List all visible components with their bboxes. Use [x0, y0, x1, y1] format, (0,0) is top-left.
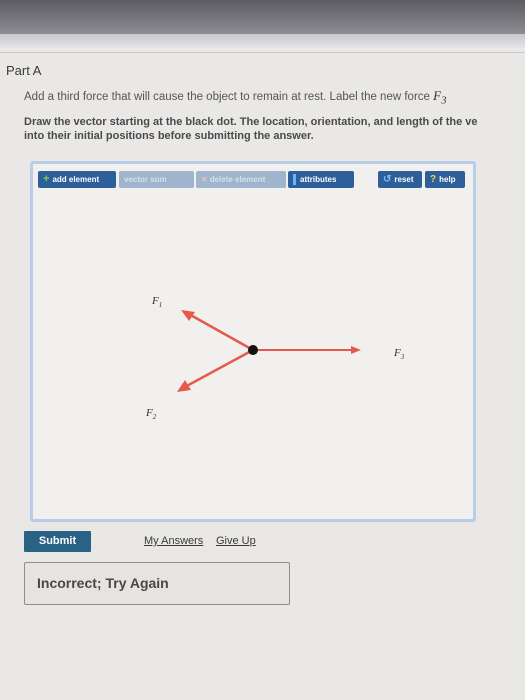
attributes-button[interactable]: attributes	[288, 171, 354, 188]
vector-f3-symbol: F3	[433, 88, 447, 107]
vector-sum-button[interactable]: vector sum	[119, 171, 194, 188]
plus-icon: +	[43, 173, 50, 185]
my-answers-link[interactable]: My Answers	[144, 535, 203, 547]
help-icon: ?	[430, 174, 437, 185]
help-button[interactable]: ? help	[425, 171, 465, 188]
feedback-box: Incorrect; Try Again	[24, 562, 290, 605]
instruction-bold: Draw the vector starting at the black do…	[24, 115, 525, 143]
origin-dot	[248, 345, 258, 355]
add-element-button[interactable]: + add element	[38, 171, 116, 188]
reset-icon: ↺	[383, 174, 392, 185]
delete-element-button[interactable]: ✕ delete element	[196, 171, 286, 188]
vector-f3[interactable]	[253, 346, 361, 354]
feedback-text: Incorrect; Try Again	[37, 575, 169, 591]
instruction-line-3: into their initial positions before subm…	[24, 130, 314, 142]
instruction-text: Add a third force that will cause the ob…	[24, 91, 434, 103]
vector-f2-label: F2	[146, 407, 157, 422]
vector-f2[interactable]	[177, 348, 254, 392]
drawing-toolbar: + add element vector sum ✕ delete element …	[38, 171, 466, 189]
vector-f3-label: F3	[394, 347, 405, 362]
delete-x-icon: ✕	[201, 175, 208, 184]
browser-top-edge	[0, 34, 525, 48]
vector-f1[interactable]	[181, 310, 254, 352]
submit-button[interactable]: Submit	[24, 531, 91, 552]
instruction-line-2: Draw the vector starting at the black do…	[24, 116, 478, 128]
vector-f1-label: F1	[152, 295, 163, 310]
divider	[0, 52, 525, 53]
attributes-icon	[293, 174, 296, 186]
reset-button[interactable]: ↺ reset	[378, 171, 422, 188]
part-title: Part A	[6, 63, 42, 78]
instruction-line-1: Add a third force that will cause the ob…	[24, 88, 446, 107]
give-up-link[interactable]: Give Up	[216, 535, 256, 547]
browser-top-bar	[0, 0, 525, 34]
